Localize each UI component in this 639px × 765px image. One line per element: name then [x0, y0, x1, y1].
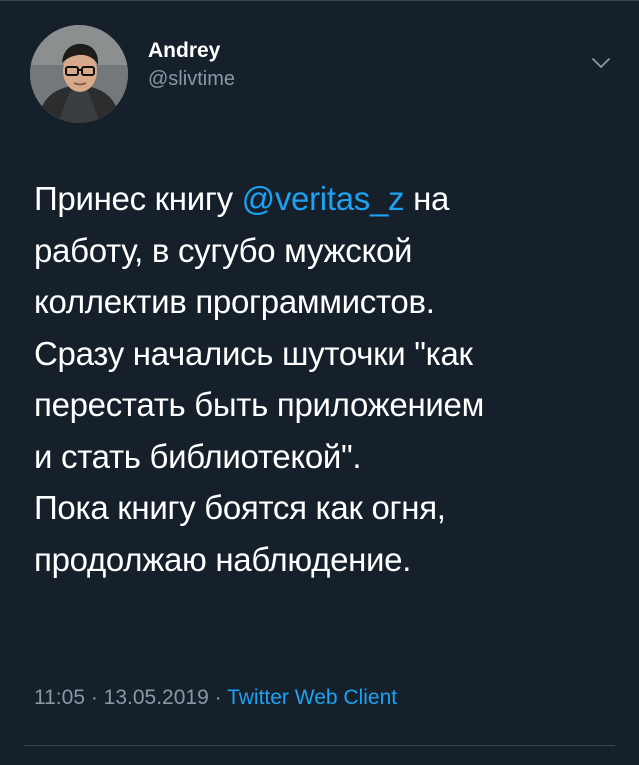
user-handle[interactable]: @slivtime: [148, 66, 235, 92]
tweet-text: Принес книгу @veritas_z на работу, в суг…: [34, 173, 614, 585]
tweet-text-segment: на: [404, 180, 450, 217]
divider: [24, 745, 615, 746]
tweet-text-line: продолжаю наблюдение.: [34, 540, 412, 578]
user-names: Andrey @slivtime: [148, 38, 235, 92]
meta-separator: ·: [85, 686, 104, 709]
tweet-time[interactable]: 11:05: [34, 686, 85, 709]
tweet-text-line: Пока книгу боятся как огня,: [34, 489, 446, 526]
tweet-meta: 11:05 · 13.05.2019 · Twitter Web Client: [34, 685, 397, 711]
tweet-text-line: Сразу начались шуточки "как: [34, 334, 473, 372]
tweet-date[interactable]: 13.05.2019: [104, 686, 209, 709]
tweet-source-link[interactable]: Twitter Web Client: [227, 686, 397, 709]
avatar-photo-icon: [30, 25, 128, 123]
mention-link[interactable]: @veritas_z: [242, 180, 405, 217]
tweet-text-line: Принес книгу @veritas_z на: [34, 173, 614, 225]
chevron-down-icon[interactable]: [589, 51, 613, 75]
tweet-text-line: работу, в сугубо мужской: [34, 231, 413, 269]
tweet-card: Andrey @slivtime Принес книгу @veritas_z…: [0, 0, 639, 765]
tweet-text-line: перестать быть приложением: [34, 386, 484, 423]
avatar[interactable]: [30, 25, 128, 123]
tweet-text-line: и стать библиотекой".: [34, 437, 362, 475]
tweet-text-segment: Принес книгу: [34, 180, 242, 217]
tweet-header: Andrey @slivtime: [30, 25, 235, 123]
meta-separator: ·: [208, 686, 228, 709]
tweet-text-line: коллектив программистов.: [34, 283, 435, 320]
display-name[interactable]: Andrey: [148, 38, 235, 64]
